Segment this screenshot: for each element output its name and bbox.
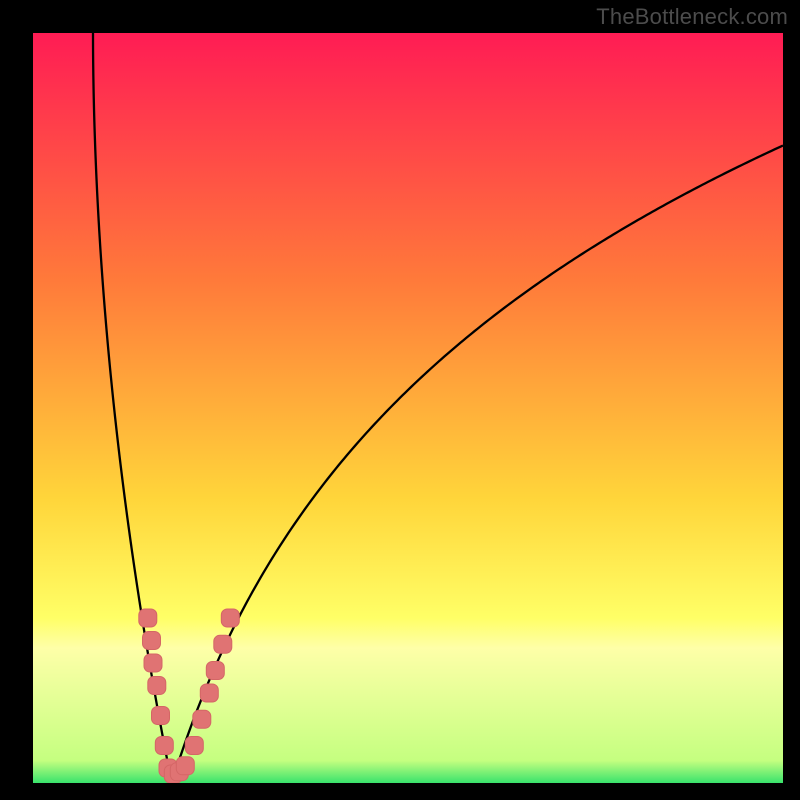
marker [193, 710, 211, 728]
marker [200, 684, 218, 702]
watermark-text: TheBottleneck.com [596, 4, 788, 30]
marker [214, 635, 232, 653]
marker [185, 737, 203, 755]
marker [148, 677, 166, 695]
marker [221, 609, 239, 627]
chart-svg [33, 33, 783, 783]
marker [155, 737, 173, 755]
marker [152, 707, 170, 725]
marker [144, 654, 162, 672]
marker [206, 662, 224, 680]
plot-area [33, 33, 783, 783]
marker [139, 609, 157, 627]
marker [143, 632, 161, 650]
chart-frame: TheBottleneck.com [0, 0, 800, 800]
marker [176, 757, 194, 775]
